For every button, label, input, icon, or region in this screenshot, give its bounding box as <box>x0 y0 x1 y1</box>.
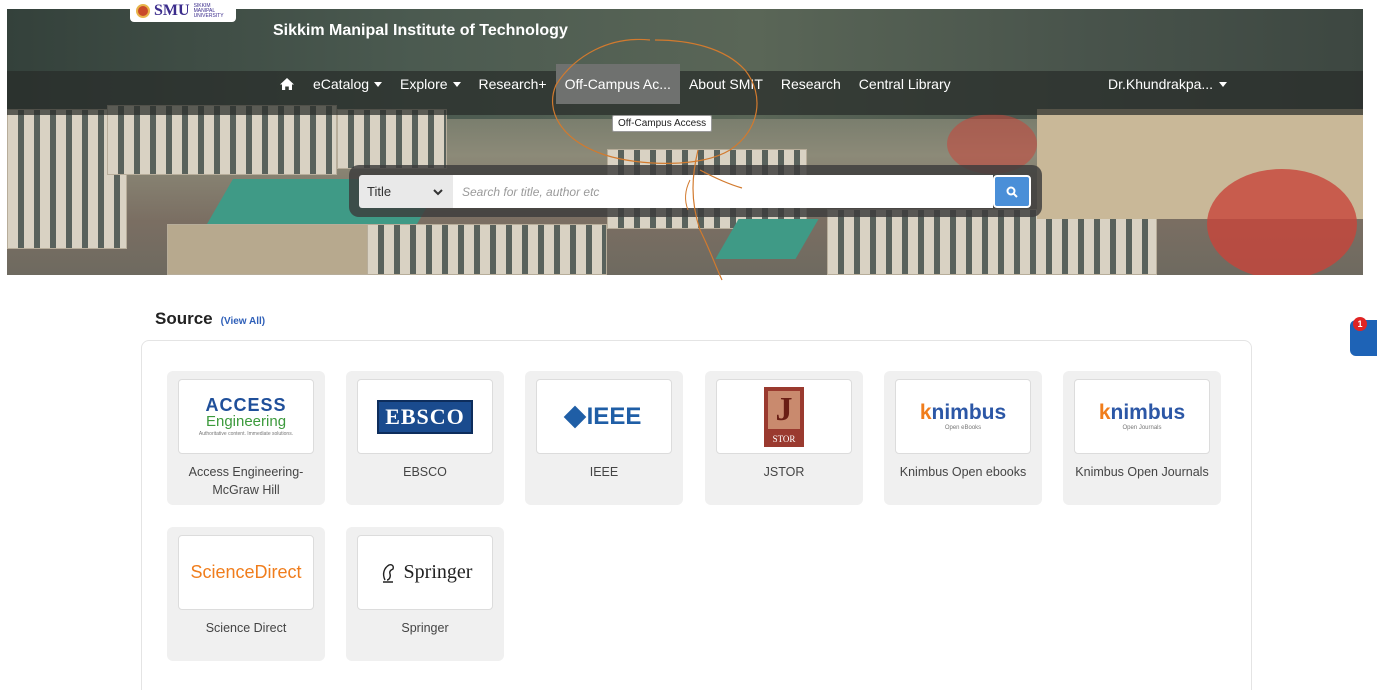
source-title: Source <box>155 309 213 328</box>
hero-banner <box>7 9 1363 275</box>
knimbus-subtext: Open eBooks <box>944 425 982 431</box>
source-panel: ACCESS Engineering Authoritative content… <box>141 340 1252 690</box>
chevron-down-icon <box>374 81 383 87</box>
search-icon <box>1006 186 1018 198</box>
source-card-science-direct[interactable]: ScienceDirect Science Direct <box>167 527 325 661</box>
source-section-heading: Source (View All) <box>155 309 265 329</box>
campus-building <box>337 109 447 169</box>
ieee-logo: IEEE <box>536 379 672 454</box>
user-menu[interactable]: Dr.Khundrakpa... <box>1108 64 1228 104</box>
nav-about-smit-label: About SMIT <box>688 76 763 92</box>
chevron-down-icon <box>433 188 443 195</box>
knimbus-ebooks-logo: knimbus Open eBooks <box>895 379 1031 454</box>
nav-ecatalog-label: eCatalog <box>313 76 370 92</box>
nav-ecatalog[interactable]: eCatalog <box>304 64 391 104</box>
nav-home[interactable] <box>270 64 304 104</box>
nav-about-smit[interactable]: About SMIT <box>680 64 772 104</box>
knimbus-k: k <box>1098 401 1111 424</box>
nav-off-campus-label: Off-Campus Ac... <box>564 76 671 92</box>
jstor-logo-letter: J <box>768 390 800 429</box>
campus-building <box>167 224 387 275</box>
site-title: Sikkim Manipal Institute of Technology <box>273 22 568 39</box>
source-card-name: JSTOR <box>763 465 805 479</box>
chevron-down-icon <box>1219 81 1228 87</box>
logo-subtext: SIKKIM MANIPAL UNIVERSITY <box>193 2 224 19</box>
springer-horse-icon <box>382 563 394 583</box>
nav-central-library[interactable]: Central Library <box>850 64 960 104</box>
nav-research[interactable]: Research <box>772 64 850 104</box>
access-logo-top: ACCESS <box>205 395 287 415</box>
search-type-value: Title <box>367 184 392 199</box>
campus-tree <box>1207 169 1357 275</box>
source-card-name: EBSCO <box>403 465 447 479</box>
nav-off-campus-access[interactable]: Off-Campus Ac... <box>555 64 680 104</box>
campus-building <box>367 224 607 275</box>
access-engineering-logo: ACCESS Engineering Authoritative content… <box>178 379 314 454</box>
nav-research-plus-label: Research+ <box>478 76 547 92</box>
source-card-jstor[interactable]: J STOR JSTOR <box>705 371 863 505</box>
ebsco-logo: EBSCO <box>357 379 493 454</box>
springer-logo-text: Springer <box>403 561 473 583</box>
nav-research-plus[interactable]: Research+ <box>470 64 556 104</box>
source-card-knimbus-ebooks[interactable]: knimbus Open eBooks Knimbus Open ebooks <box>884 371 1042 505</box>
knimbus-rest: nimbus <box>931 401 1007 424</box>
ebsco-logo-text: EBSCO <box>377 399 473 434</box>
source-card-access-engineering[interactable]: ACCESS Engineering Authoritative content… <box>167 371 325 505</box>
ieee-logo-text: IEEE <box>586 402 642 430</box>
nav-tooltip: Off-Campus Access <box>612 115 713 132</box>
main-nav: eCatalog Explore Research+ Off-Campus Ac… <box>270 64 960 104</box>
user-name: Dr.Khundrakpa... <box>1108 76 1214 92</box>
source-card-name: Knimbus Open ebooks <box>899 465 1027 479</box>
source-card-name: IEEE <box>589 465 619 479</box>
springer-logo: Springer <box>357 535 493 610</box>
smu-seal-icon <box>136 4 150 18</box>
nav-central-library-label: Central Library <box>858 76 951 92</box>
source-card-ebsco[interactable]: EBSCO EBSCO <box>346 371 504 505</box>
jstor-logo-word: STOR <box>772 433 796 444</box>
nav-explore-label: Explore <box>400 76 448 92</box>
home-icon <box>280 78 294 90</box>
search-bar: Title <box>349 165 1042 217</box>
access-logo-mid: Engineering <box>205 413 287 430</box>
search-type-select[interactable]: Title <box>359 175 453 208</box>
source-card-name: Science Direct <box>205 621 287 635</box>
search-button[interactable] <box>993 175 1031 208</box>
view-all-link[interactable]: (View All) <box>221 316 265 327</box>
jstor-logo: J STOR <box>716 379 852 454</box>
smu-logo[interactable]: SMU SIKKIM MANIPAL UNIVERSITY <box>130 0 236 22</box>
ieee-diamond-icon <box>563 405 586 428</box>
source-card-knimbus-journals[interactable]: knimbus Open Journals Knimbus Open Journ… <box>1063 371 1221 505</box>
search-input[interactable] <box>453 175 993 208</box>
sciencedirect-logo-text: ScienceDirect <box>190 562 302 582</box>
campus-building <box>107 105 337 175</box>
nav-research-label: Research <box>780 76 841 92</box>
page: SMU SIKKIM MANIPAL UNIVERSITY Sikkim Man… <box>0 0 1377 690</box>
logo-text: SMU <box>154 2 190 19</box>
knimbus-journals-logo: knimbus Open Journals <box>1074 379 1210 454</box>
knimbus-rest: nimbus <box>1110 401 1186 424</box>
notification-badge: 1 <box>1353 317 1367 331</box>
source-card-name: Knimbus Open Journals <box>1075 465 1209 479</box>
source-card-name: Access Engineering-McGraw Hill <box>188 465 304 497</box>
knimbus-subtext: Open Journals <box>1122 425 1162 431</box>
source-card-name: Springer <box>401 621 449 635</box>
chevron-down-icon <box>452 81 461 87</box>
nav-explore[interactable]: Explore <box>391 64 469 104</box>
source-card-ieee[interactable]: IEEE IEEE <box>525 371 683 505</box>
knimbus-k: k <box>919 401 932 424</box>
access-logo-tag: Authoritative content. Immediate solutio… <box>198 431 294 437</box>
sciencedirect-logo: ScienceDirect <box>178 535 314 610</box>
source-card-springer[interactable]: Springer Springer <box>346 527 504 661</box>
